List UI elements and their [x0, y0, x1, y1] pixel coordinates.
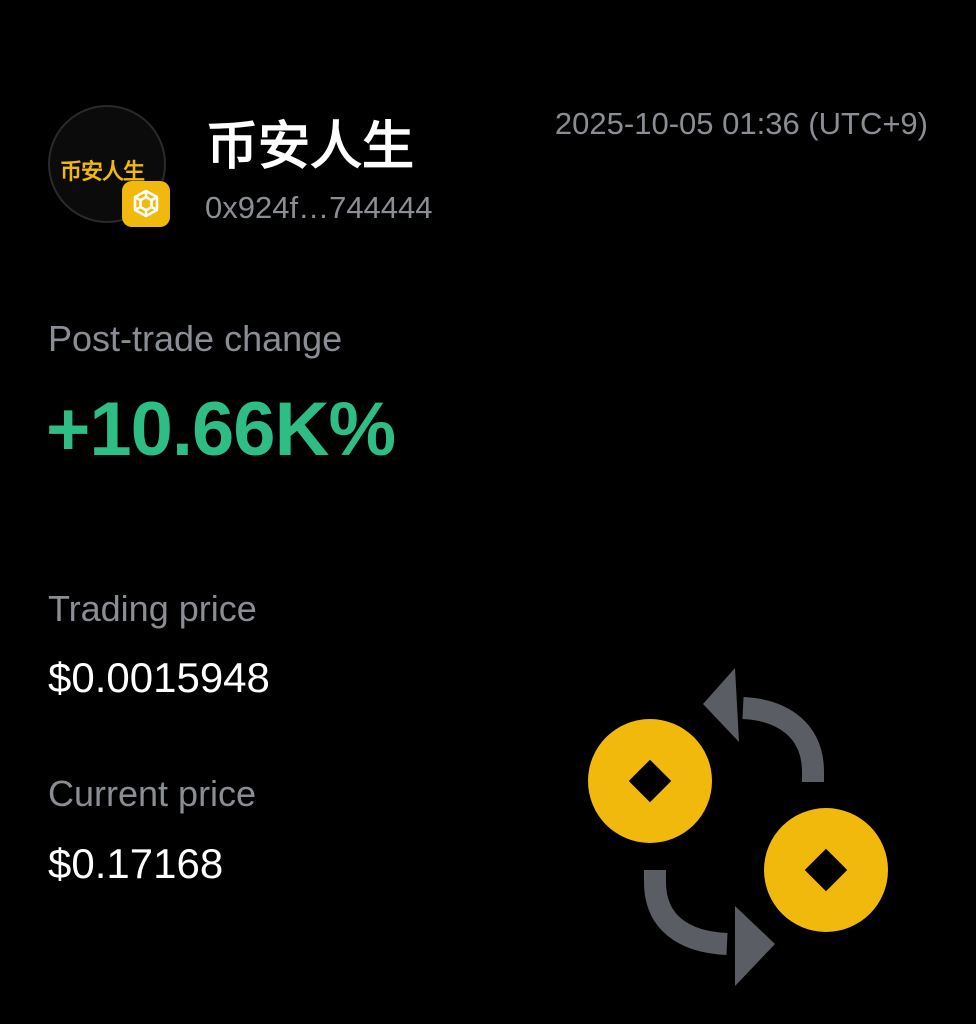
bnb-logo-icon	[122, 181, 170, 227]
coin-exchange-icon	[588, 668, 888, 986]
post-trade-change-value: +10.66K%	[46, 387, 396, 472]
trading-price-label: Trading price	[48, 588, 257, 629]
arrow-down-head	[735, 906, 775, 986]
arrow-up-head	[703, 668, 739, 742]
wallet-address[interactable]: 0x924f…744444	[205, 190, 433, 226]
timestamp: 2025-10-05 01:36 (UTC+9)	[554, 106, 928, 141]
arrow-up-icon	[742, 697, 824, 782]
trading-price-value: $0.0015948	[48, 654, 270, 701]
current-price-label: Current price	[48, 773, 257, 814]
arrow-down-icon	[644, 870, 728, 955]
avatar[interactable]: 币安人生	[48, 105, 170, 227]
profile-name: 币安人生	[206, 117, 415, 177]
post-trade-change-label: Post-trade change	[48, 318, 343, 359]
current-price-value: $0.17168	[48, 840, 224, 887]
